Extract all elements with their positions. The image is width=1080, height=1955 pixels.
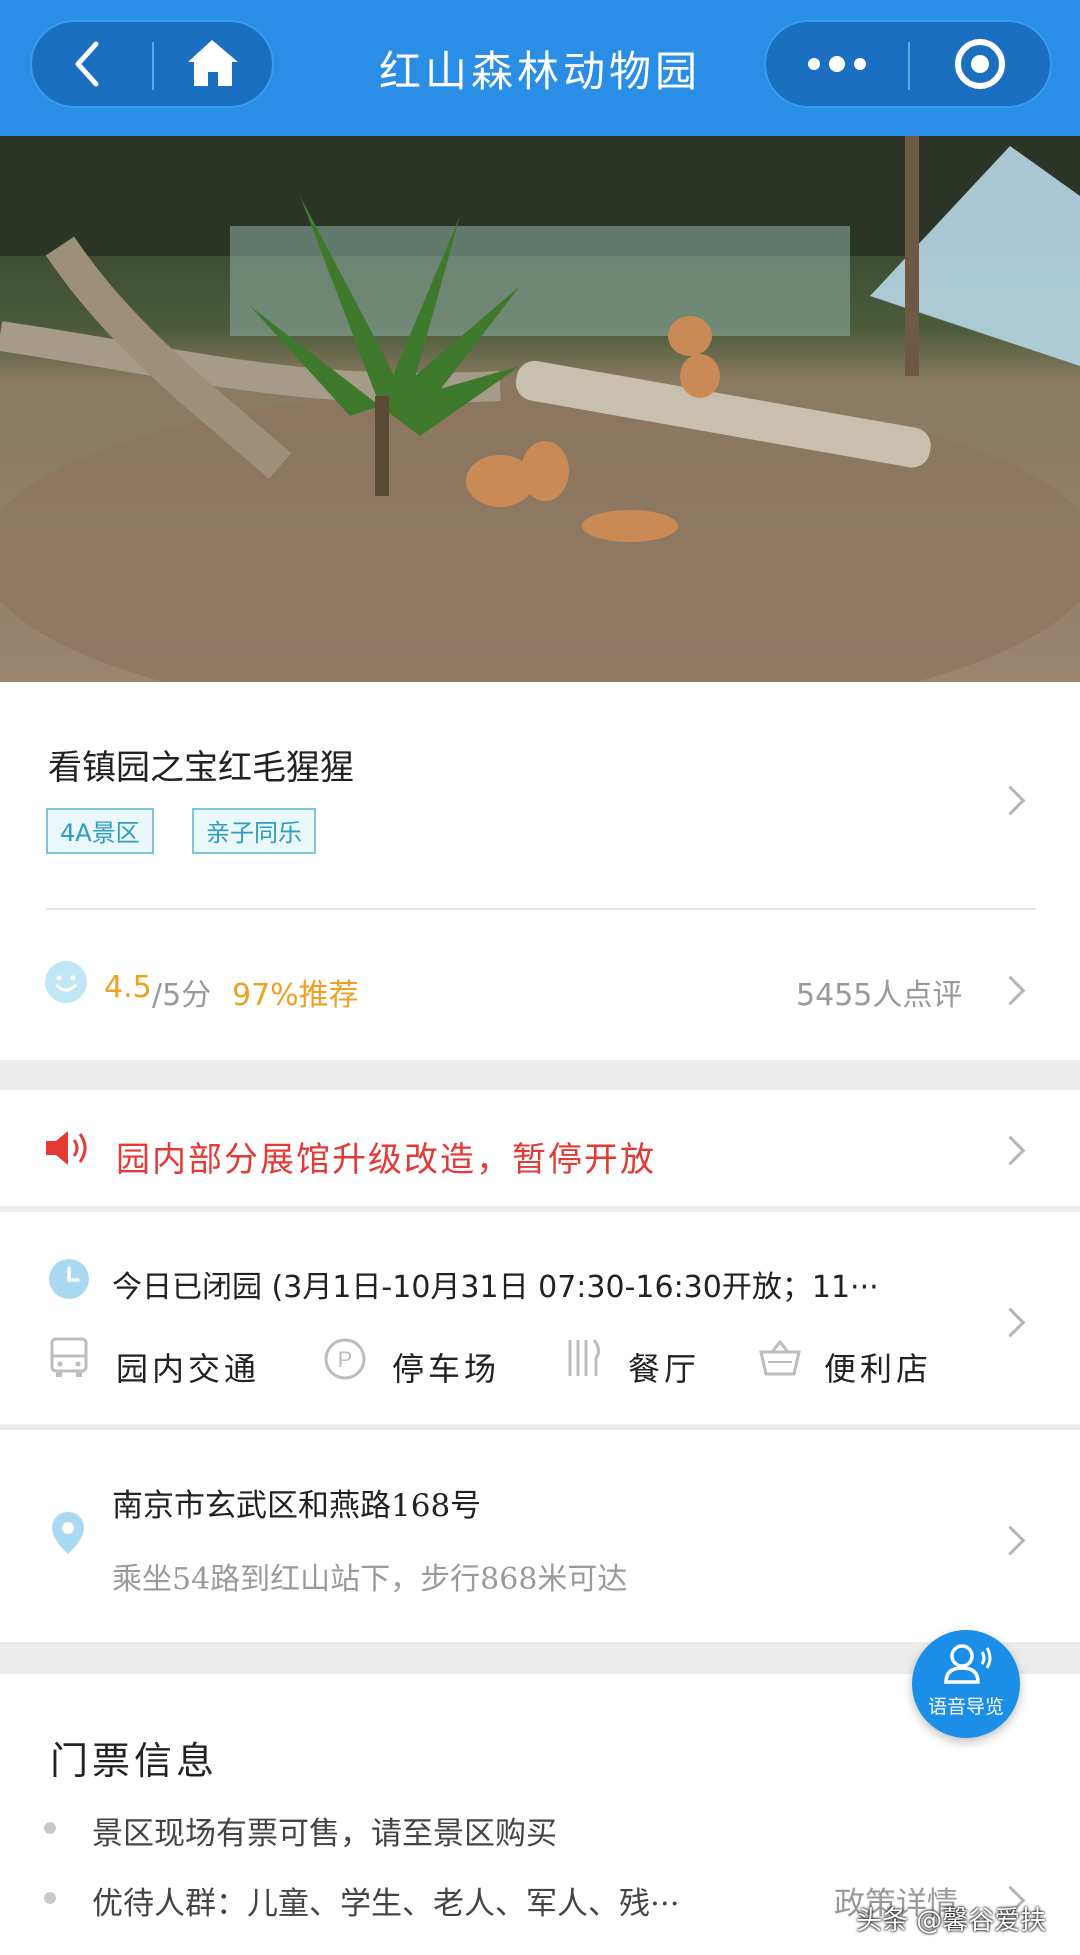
- close-miniprogram-button[interactable]: [910, 22, 1050, 106]
- restaurant-icon: [568, 1339, 601, 1376]
- more-dots-icon: [808, 56, 866, 72]
- facility-restaurant[interactable]: 餐厅: [628, 1344, 700, 1390]
- rating-max: /5分: [152, 978, 212, 1013]
- review-count: 5455人点评: [796, 978, 963, 1013]
- ticket-info-line: 景区现场有票可售，请至景区购买: [92, 1816, 557, 1852]
- hero-photo: [0, 136, 1080, 682]
- notice-text: 园内部分展馆升级改造，暂停开放: [116, 1140, 656, 1180]
- header-bar: 红山森林动物园: [0, 0, 1080, 136]
- voice-guide-label: 语音导览: [927, 1696, 1004, 1718]
- page-title: 红山森林动物园: [378, 47, 701, 96]
- home-button[interactable]: [154, 22, 272, 106]
- tag-scenic-level: 4A景区: [46, 808, 154, 854]
- voice-guide-button[interactable]: 语音导览: [912, 1630, 1020, 1738]
- chevron-right-icon: [995, 1307, 1026, 1338]
- facility-store[interactable]: 便利店: [824, 1344, 932, 1390]
- address-card[interactable]: [0, 1430, 1080, 1642]
- back-button[interactable]: [32, 22, 152, 106]
- bullet: [44, 1892, 56, 1904]
- bus-icon: [50, 1337, 88, 1377]
- smiley-icon: [45, 961, 87, 1003]
- home-icon: [188, 40, 238, 86]
- attraction-title: 看镇园之宝红毛猩猩: [48, 748, 354, 788]
- voice-person-icon: [944, 1644, 992, 1684]
- address-text: 南京市玄武区和燕路168号: [112, 1488, 482, 1524]
- ticket-section-title: 门票信息: [50, 1739, 219, 1783]
- divider: [46, 908, 1036, 910]
- ticket-info-line: 优待人群：儿童、学生、老人、军人、残···: [92, 1886, 680, 1922]
- location-pin-icon: [52, 1512, 84, 1554]
- speaker-icon: [46, 1131, 87, 1165]
- bullet: [44, 1822, 56, 1834]
- opening-hours: 今日已闭园 (3月1日-10月31日 07:30-16:30开放；11···: [112, 1270, 879, 1305]
- nav-capsule: [30, 20, 274, 108]
- recommend-rate: 97%推荐: [232, 978, 359, 1013]
- chevron-right-icon: [995, 1135, 1026, 1166]
- facility-parking[interactable]: 停车场: [392, 1344, 500, 1390]
- basket-icon: [759, 1339, 801, 1376]
- watermark: 头条 @馨谷爱扶: [856, 1906, 1047, 1936]
- menu-capsule: [764, 20, 1052, 108]
- target-circle-icon: [955, 39, 1005, 89]
- more-button[interactable]: [766, 22, 908, 106]
- hours-facilities-card[interactable]: [0, 1212, 1080, 1424]
- chevron-left-icon: [75, 41, 99, 87]
- transit-directions: 乘坐54路到红山站下，步行868米可达: [112, 1562, 628, 1597]
- parking-icon: P: [324, 1338, 366, 1380]
- chevron-right-icon: [995, 1525, 1026, 1556]
- clock-icon: [49, 1259, 89, 1299]
- facility-transport[interactable]: 园内交通: [116, 1344, 260, 1390]
- rating-score: 4.5: [104, 970, 152, 1005]
- svg-text:P: P: [338, 1347, 353, 1372]
- tag-family: 亲子同乐: [192, 808, 316, 854]
